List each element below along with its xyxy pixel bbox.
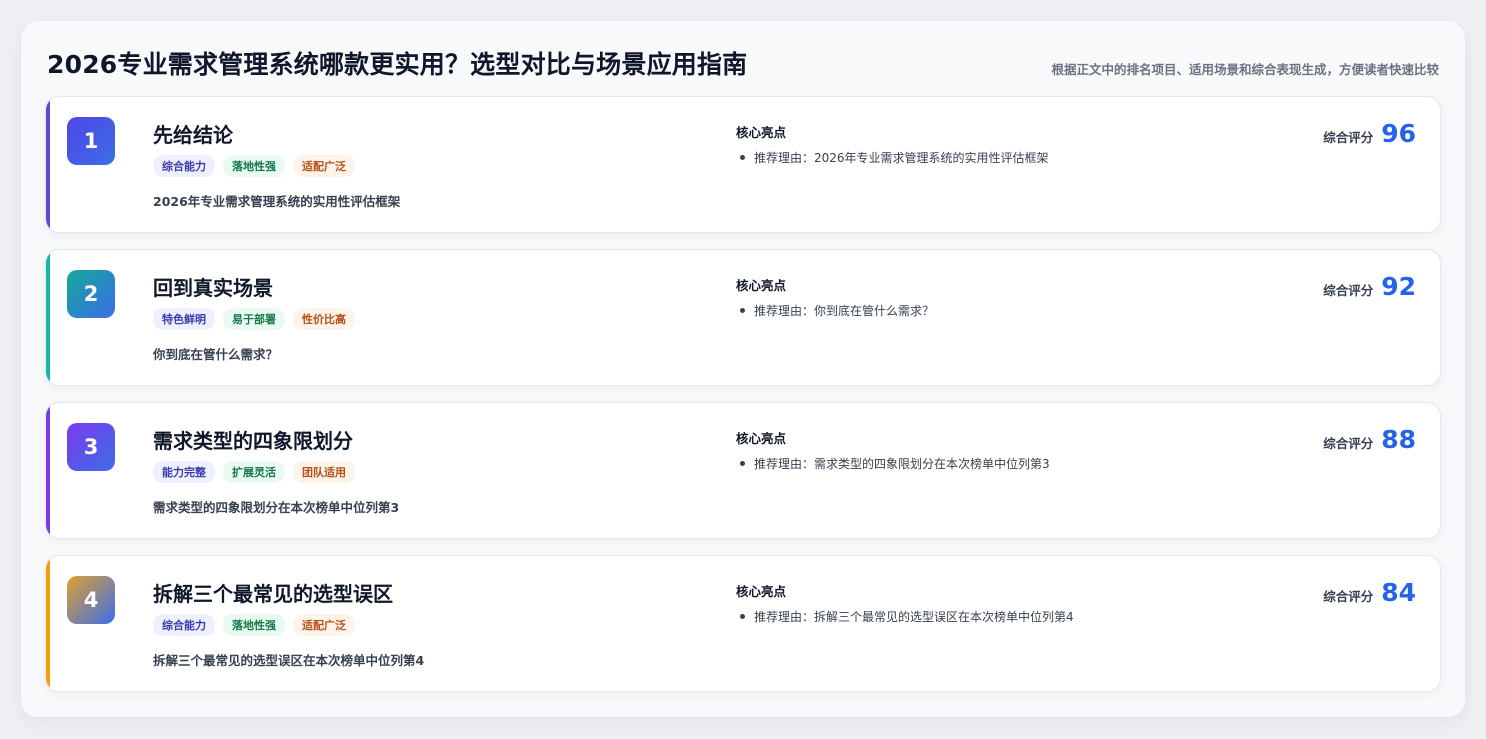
score-block: 综合评分 92 xyxy=(1323,272,1416,301)
card-accent-bar xyxy=(46,97,50,232)
tag: 易于部署 xyxy=(223,308,285,330)
score-value: 92 xyxy=(1381,272,1416,301)
score-label: 综合评分 xyxy=(1323,436,1374,451)
tag: 特色鲜明 xyxy=(153,308,215,330)
score-block: 综合评分 88 xyxy=(1323,425,1416,454)
item-title: 回到真实场景 xyxy=(153,276,273,300)
page-title: 2026专业需求管理系统哪款更实用？选型对比与场景应用指南 xyxy=(47,50,748,79)
item-description: 拆解三个最常见的选型误区在本次榜单中位列第4 xyxy=(153,653,425,668)
highlights-list: 推荐理由：拆解三个最常见的选型误区在本次榜单中位列第4 xyxy=(740,608,1074,625)
highlights-heading: 核心亮点 xyxy=(736,431,787,446)
highlight-item: 推荐理由：2026年专业需求管理系统的实用性评估框架 xyxy=(740,151,1049,165)
tag: 适配广泛 xyxy=(293,614,355,636)
tag: 落地性强 xyxy=(223,614,285,636)
tag: 能力完整 xyxy=(153,461,215,483)
card-accent-bar xyxy=(46,556,50,691)
highlight-item: 推荐理由：需求类型的四象限划分在本次榜单中位列第3 xyxy=(740,457,1050,471)
tag: 适配广泛 xyxy=(293,155,355,177)
score-block: 综合评分 84 xyxy=(1323,578,1416,607)
tag-list: 综合能力 落地性强 适配广泛 xyxy=(153,614,355,636)
tag: 团队适用 xyxy=(293,461,355,483)
score-label: 综合评分 xyxy=(1323,589,1374,604)
ranking-list: 1 先给结论 综合能力 落地性强 适配广泛 2026年专业需求管理系统的实用性评… xyxy=(45,96,1441,708)
highlights-list: 推荐理由：你到底在管什么需求？ xyxy=(739,302,935,319)
score-value: 96 xyxy=(1381,119,1416,148)
ranking-card[interactable]: 3 需求类型的四象限划分 能力完整 扩展灵活 团队适用 需求类型的四象限划分在本… xyxy=(45,402,1441,539)
ranking-card[interactable]: 4 拆解三个最常见的选型误区 综合能力 落地性强 适配广泛 拆解三个最常见的选型… xyxy=(45,555,1441,692)
ranking-card[interactable]: 2 回到真实场景 特色鲜明 易于部署 性价比高 你到底在管什么需求？ 核心亮点 … xyxy=(45,249,1441,386)
item-title: 先给结论 xyxy=(153,123,233,147)
card-accent-bar xyxy=(46,403,50,538)
highlight-item: 推荐理由：你到底在管什么需求？ xyxy=(739,304,935,318)
item-title: 需求类型的四象限划分 xyxy=(153,429,353,453)
score-value: 88 xyxy=(1381,425,1416,454)
rank-badge: 1 xyxy=(67,117,115,165)
score-label: 综合评分 xyxy=(1323,283,1374,298)
panel-header: 2026专业需求管理系统哪款更实用？选型对比与场景应用指南 根据正文中的排名项目… xyxy=(47,45,1439,79)
item-description: 你到底在管什么需求？ xyxy=(153,347,279,362)
highlights-list: 推荐理由：需求类型的四象限划分在本次榜单中位列第3 xyxy=(740,455,1050,472)
card-accent-bar xyxy=(46,250,50,385)
page-subtitle: 根据正文中的排名项目、适用场景和综合表现生成，方便读者快速比较 xyxy=(1051,62,1439,77)
tag: 性价比高 xyxy=(293,308,355,330)
highlight-item: 推荐理由：拆解三个最常见的选型误区在本次榜单中位列第4 xyxy=(740,610,1074,624)
score-label: 综合评分 xyxy=(1323,130,1374,145)
highlights-heading: 核心亮点 xyxy=(736,584,787,599)
ranking-card[interactable]: 1 先给结论 综合能力 落地性强 适配广泛 2026年专业需求管理系统的实用性评… xyxy=(45,96,1441,233)
item-title: 拆解三个最常见的选型误区 xyxy=(153,582,393,606)
item-description: 2026年专业需求管理系统的实用性评估框架 xyxy=(153,194,401,209)
tag: 扩展灵活 xyxy=(223,461,285,483)
score-block: 综合评分 96 xyxy=(1323,119,1416,148)
tag: 落地性强 xyxy=(223,155,285,177)
tag: 综合能力 xyxy=(153,614,215,636)
highlights-heading: 核心亮点 xyxy=(736,125,787,140)
item-description: 需求类型的四象限划分在本次榜单中位列第3 xyxy=(153,500,400,515)
highlights-heading: 核心亮点 xyxy=(736,278,787,293)
ranking-panel: 2026专业需求管理系统哪款更实用？选型对比与场景应用指南 根据正文中的排名项目… xyxy=(20,20,1466,718)
tag-list: 能力完整 扩展灵活 团队适用 xyxy=(153,461,355,483)
tag-list: 特色鲜明 易于部署 性价比高 xyxy=(153,308,355,330)
tag: 综合能力 xyxy=(153,155,215,177)
rank-badge: 4 xyxy=(67,576,115,624)
tag-list: 综合能力 落地性强 适配广泛 xyxy=(153,155,355,177)
highlights-list: 推荐理由：2026年专业需求管理系统的实用性评估框架 xyxy=(740,149,1049,166)
rank-badge: 3 xyxy=(67,423,115,471)
rank-badge: 2 xyxy=(67,270,115,318)
score-value: 84 xyxy=(1381,578,1416,607)
